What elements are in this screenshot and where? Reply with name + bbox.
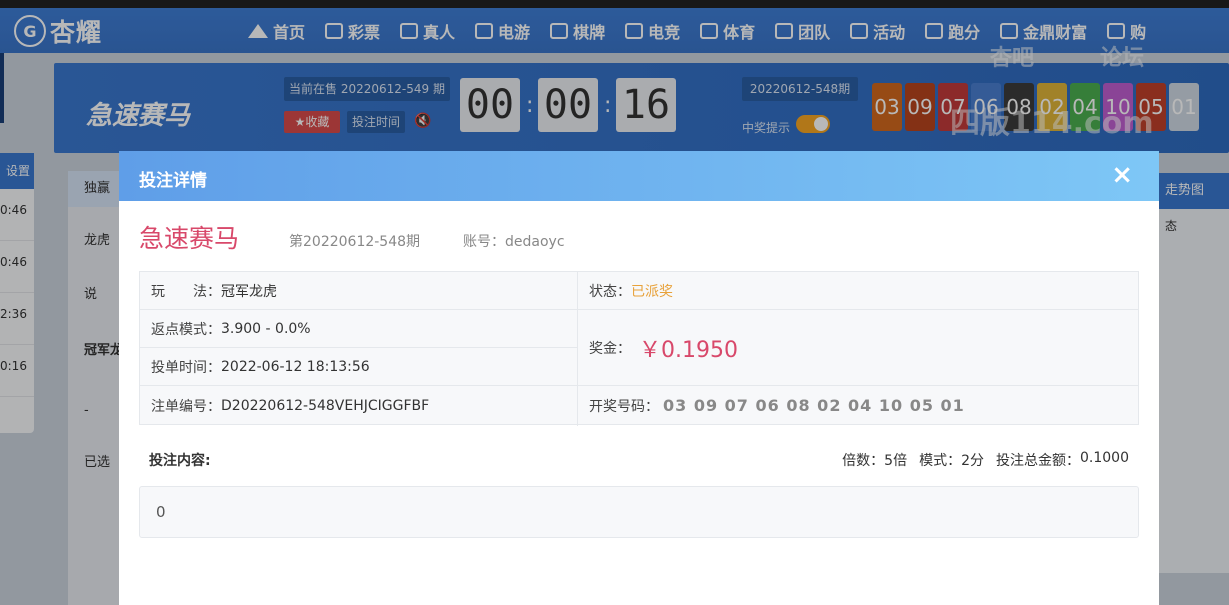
draw-number-cell: 开奖号码： 03 09 07 06 08 02 04 10 05 01 bbox=[578, 386, 1139, 425]
account-info: 账号：dedaoyc bbox=[463, 231, 565, 251]
total-amount-label: 投注总金额： bbox=[996, 453, 1080, 469]
bet-content-box: 0 bbox=[139, 486, 1139, 538]
play-value: 冠军龙虎 bbox=[221, 283, 277, 300]
play-cell: 玩 法： 冠军龙虎 bbox=[140, 272, 577, 310]
prize-value: ￥0.1950 bbox=[639, 337, 738, 363]
bet-time-cell: 投单时间： 2022-06-12 18:13:56 bbox=[140, 348, 577, 386]
lottery-name: 急速赛马 bbox=[139, 224, 240, 253]
order-value: D20220612-548VEHJCIGGFBF bbox=[221, 397, 430, 414]
status-value: 已派奖 bbox=[631, 283, 673, 300]
draw-number-label: 开奖号码： bbox=[589, 398, 659, 415]
rebate-cell: 返点模式： 3.900 - 0.0% bbox=[140, 310, 577, 348]
modal-header: 投注详情 × bbox=[119, 151, 1159, 201]
prize-label: 奖金： bbox=[589, 340, 631, 357]
order-label: 注单编号： bbox=[151, 398, 221, 415]
rebate-label: 返点模式： bbox=[151, 321, 221, 338]
order-cell: 注单编号： D20220612-548VEHJCIGGFBF bbox=[140, 386, 577, 425]
status-cell: 状态： 已派奖 bbox=[578, 272, 1139, 310]
rebate-value: 3.900 - 0.0% bbox=[221, 320, 311, 337]
mode-label: 模式： bbox=[919, 453, 962, 469]
status-label: 状态： bbox=[589, 283, 631, 300]
bet-meta: 倍数： 5倍 模式： 2分 投注总金额： 0.1000 bbox=[842, 450, 1129, 470]
bet-time-label: 投单时间： bbox=[151, 359, 221, 376]
bet-content-label: 投注内容: bbox=[149, 453, 211, 469]
bet-info-table: 玩 法： 冠军龙虎 状态： 已派奖 返点模式： 3.900 - 0.0% 投单时… bbox=[139, 271, 1139, 426]
issue-number: 第20220612-548期 bbox=[289, 234, 421, 250]
modal-title: 投注详情 bbox=[139, 171, 207, 191]
bet-time-value: 2022-06-12 18:13:56 bbox=[221, 358, 370, 375]
multiple-label: 倍数： bbox=[842, 453, 885, 469]
mode-value: 2分 bbox=[961, 453, 984, 469]
account-value: dedaoyc bbox=[505, 234, 565, 250]
play-label: 玩 法： bbox=[151, 283, 221, 300]
prize-cell: 奖金： ￥0.1950 bbox=[578, 310, 1139, 386]
multiple-value: 5倍 bbox=[884, 453, 908, 469]
close-icon[interactable]: × bbox=[1111, 162, 1133, 188]
bet-detail-modal: 投注详情 × 急速赛马 第20220612-548期 账号：dedaoyc 玩 … bbox=[119, 151, 1159, 605]
account-label: 账号： bbox=[463, 234, 505, 250]
draw-number-value: 03 09 07 06 08 02 04 10 05 01 bbox=[663, 396, 965, 415]
total-amount-value: 0.1000 bbox=[1080, 450, 1129, 466]
